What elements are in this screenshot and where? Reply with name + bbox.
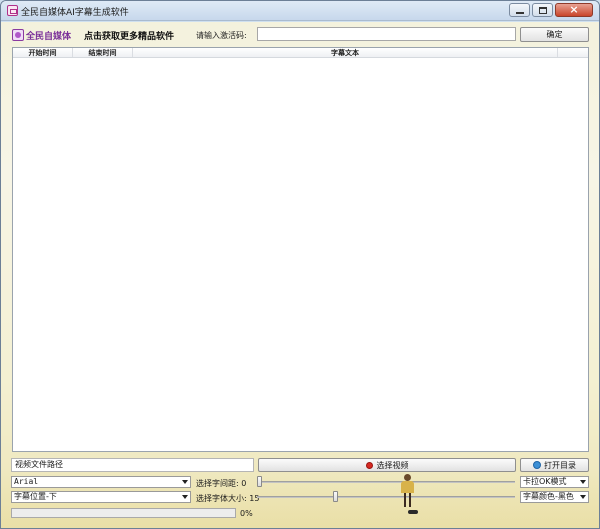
logo-text: 全民自媒体 [26, 31, 72, 42]
progress-percent-label: 0% [240, 509, 253, 518]
illustration-body [401, 481, 414, 493]
chevron-down-icon [580, 480, 586, 484]
chevron-down-icon [182, 480, 188, 484]
client-area: 全民自媒体 点击获取更多精品软件 请输入激活码: 确定 开始时间 结束时间 字幕… [1, 22, 599, 528]
window-title: 全民自媒体AI字幕生成软件 [21, 8, 129, 18]
font-select[interactable]: Arial [11, 476, 191, 488]
chevron-down-icon [580, 495, 586, 499]
karaoke-mode-select[interactable]: 卡拉OK模式 [520, 476, 589, 488]
column-header-start-time[interactable]: 开始时间 [13, 48, 73, 57]
slider-thumb[interactable] [333, 491, 338, 502]
minimize-button[interactable] [509, 3, 530, 17]
activation-code-label: 请输入激活码: [196, 31, 247, 40]
select-video-label: 选择视频 [376, 460, 409, 470]
subtitle-color-value: 字幕颜色-黑色 [523, 492, 574, 501]
slider-thumb[interactable] [257, 476, 262, 487]
close-button[interactable]: × [555, 3, 593, 17]
slider-track [257, 496, 515, 498]
letter-spacing-slider[interactable] [257, 476, 515, 488]
open-directory-label: 打开目录 [544, 460, 576, 470]
window-controls: × [507, 3, 593, 17]
font-size-slider[interactable] [257, 491, 515, 503]
select-video-button[interactable]: 选择视频 [258, 458, 516, 472]
title-bar[interactable]: 全民自媒体AI字幕生成软件 × [1, 1, 599, 21]
girl-with-dog-illustration [393, 474, 423, 518]
subtitle-list[interactable]: 开始时间 结束时间 字幕文本 [12, 47, 589, 452]
font-size-label: 选择字体大小: 15 [196, 494, 260, 503]
video-path-field[interactable]: 视频文件路径 [11, 458, 254, 472]
font-select-value: Arial [14, 477, 39, 486]
karaoke-mode-value: 卡拉OK模式 [523, 477, 567, 486]
close-icon: × [569, 3, 579, 16]
illustration-dog [408, 510, 418, 514]
more-software-link[interactable]: 点击获取更多精品软件 [84, 29, 174, 42]
subtitle-color-select[interactable]: 字幕颜色-黑色 [520, 491, 589, 503]
subtitle-position-select[interactable]: 字幕位置-下 [11, 491, 191, 503]
illustration-head [404, 474, 411, 481]
maximize-icon [539, 7, 547, 14]
open-folder-icon [533, 461, 541, 469]
app-icon [7, 5, 18, 16]
brand-logo[interactable]: 全民自媒体 [12, 28, 71, 42]
chevron-down-icon [182, 495, 188, 499]
progress-bar [11, 508, 236, 518]
logo-icon [12, 29, 24, 41]
subtitle-position-value: 字幕位置-下 [14, 492, 57, 501]
confirm-button[interactable]: 确定 [520, 27, 589, 42]
minimize-icon [516, 12, 524, 14]
open-directory-button[interactable]: 打开目录 [520, 458, 589, 472]
app-window: 全民自媒体AI字幕生成软件 × 全民自媒体 点击获取更多精品软件 请输入激活码:… [0, 0, 600, 529]
activation-code-input[interactable] [257, 27, 516, 41]
letter-spacing-label: 选择字间距: 0 [196, 479, 247, 488]
slider-track [257, 481, 515, 483]
record-icon [365, 461, 373, 469]
column-header-end-time[interactable]: 结束时间 [73, 48, 133, 57]
column-header-subtitle-text[interactable]: 字幕文本 [133, 48, 558, 57]
maximize-button[interactable] [532, 3, 553, 17]
illustration-legs [404, 493, 411, 507]
subtitle-list-header: 开始时间 结束时间 字幕文本 [13, 48, 588, 58]
